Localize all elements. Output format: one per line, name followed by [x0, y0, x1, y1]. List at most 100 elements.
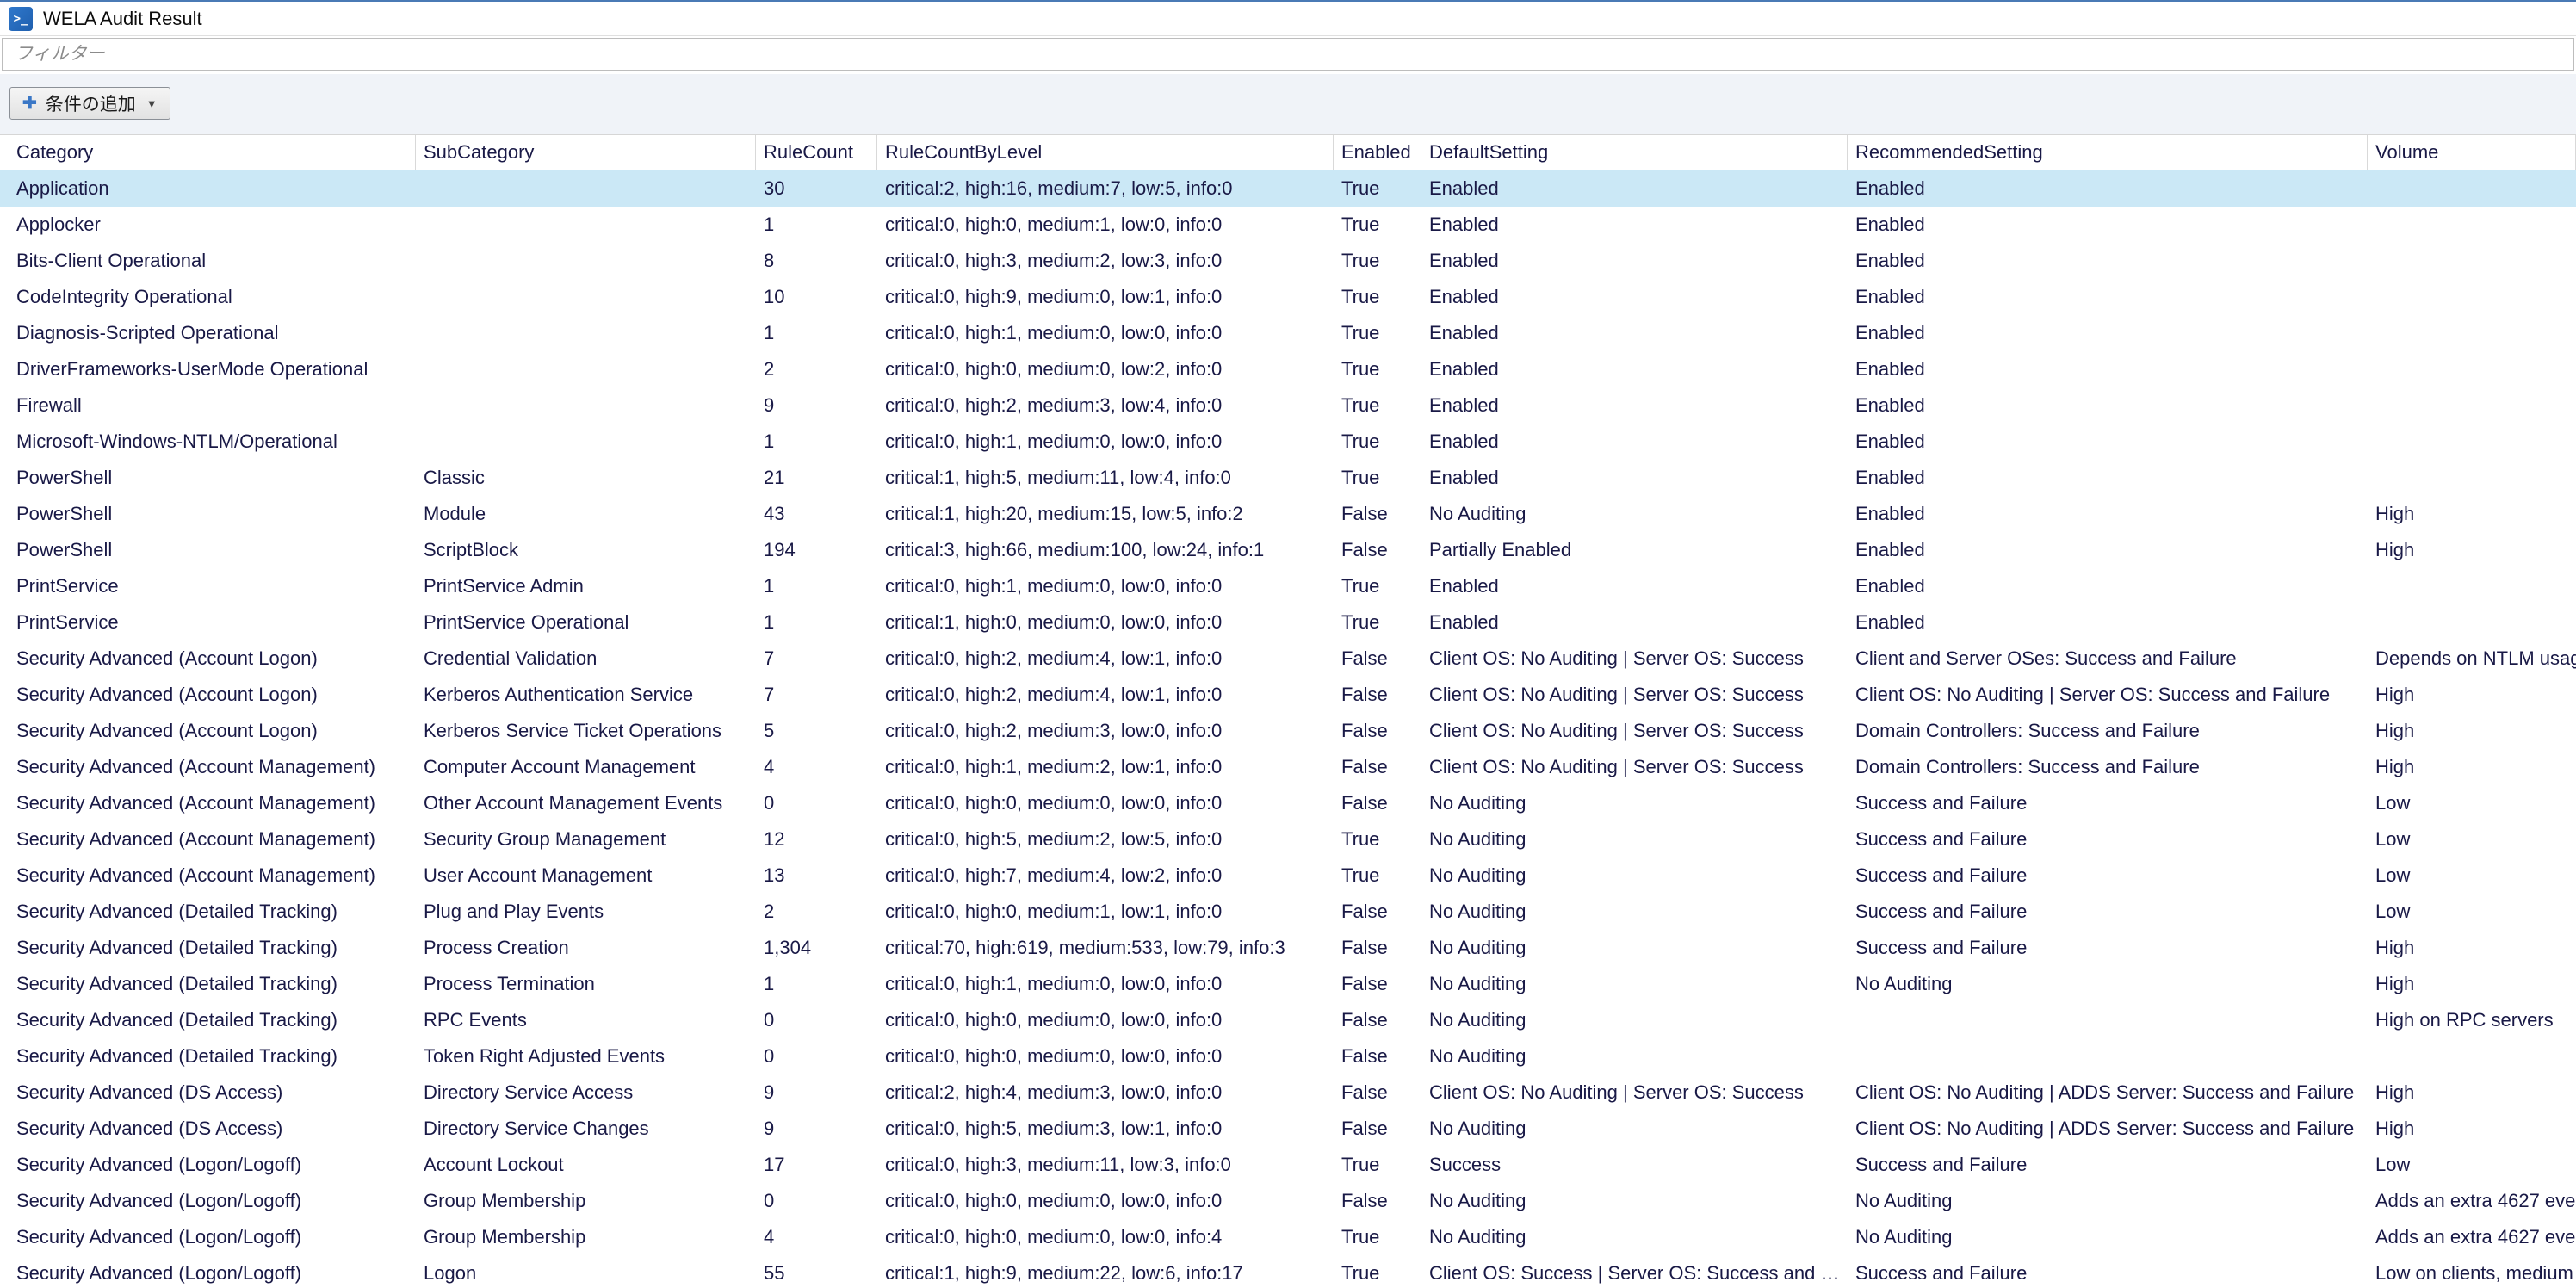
- table-row[interactable]: CodeIntegrity Operational 10critical:0, h…: [0, 279, 2576, 315]
- table-row[interactable]: Security Advanced (Account Management)Co…: [0, 749, 2576, 785]
- table-row[interactable]: Microsoft-Windows-NTLM/Operational1criti…: [0, 424, 2576, 460]
- table-row[interactable]: Security Advanced (Detailed Tracking)Tok…: [0, 1038, 2576, 1074]
- cell-volume: Depends on NTLM usage: [2368, 641, 2576, 677]
- cell-enabled: False: [1334, 532, 1421, 568]
- table-row[interactable]: Security Advanced (Logon/Logoff)Logon55c…: [0, 1255, 2576, 1288]
- cell-category: PrintService: [0, 568, 416, 604]
- table-row[interactable]: Security Advanced (DS Access)Directory S…: [0, 1074, 2576, 1111]
- cell-subcategory: RPC Events: [416, 1002, 756, 1038]
- cell-rulecount: 43: [756, 496, 877, 532]
- table-row[interactable]: Security Advanced (Logon/Logoff)Account …: [0, 1147, 2576, 1183]
- table-row[interactable]: Security Advanced (Detailed Tracking)Plu…: [0, 894, 2576, 930]
- cell-category: Security Advanced (Account Management): [0, 858, 416, 894]
- table-row[interactable]: Security Advanced (Logon/Logoff)Group Me…: [0, 1183, 2576, 1219]
- table-row[interactable]: Security Advanced (Account Logon)Credent…: [0, 641, 2576, 677]
- column-header-rulecount[interactable]: RuleCount: [756, 135, 877, 170]
- cell-defaultsetting: Enabled: [1421, 604, 1848, 641]
- table-row[interactable]: Security Advanced (DS Access)Directory S…: [0, 1111, 2576, 1147]
- cell-recommendedsetting: Enabled: [1848, 243, 2368, 279]
- column-header-recommendedsetting[interactable]: RecommendedSetting: [1848, 135, 2368, 170]
- cell-enabled: False: [1334, 930, 1421, 966]
- cell-enabled: False: [1334, 496, 1421, 532]
- cell-rulecount: 1: [756, 568, 877, 604]
- table-row[interactable]: Firewall9critical:0, high:2, medium:3, l…: [0, 387, 2576, 424]
- cell-recommendedsetting: Client OS: No Auditing | Server OS: Succ…: [1848, 677, 2368, 713]
- cell-defaultsetting: No Auditing: [1421, 1219, 1848, 1255]
- cell-defaultsetting: Enabled: [1421, 424, 1848, 460]
- cell-category: Application: [0, 170, 416, 207]
- cell-subcategory: Account Lockout: [416, 1147, 756, 1183]
- cell-rulecount: 1: [756, 966, 877, 1002]
- cell-enabled: False: [1334, 1002, 1421, 1038]
- cell-category: Firewall: [0, 387, 416, 424]
- cell-volume: [2368, 243, 2576, 279]
- filter-input[interactable]: [2, 38, 2574, 71]
- cell-enabled: True: [1334, 604, 1421, 641]
- table-row[interactable]: Application30critical:2, high:16, medium…: [0, 170, 2576, 207]
- cell-recommendedsetting: [1848, 1002, 2368, 1038]
- table-row[interactable]: Security Advanced (Account Logon)Kerbero…: [0, 713, 2576, 749]
- cell-recommendedsetting: Success and Failure: [1848, 858, 2368, 894]
- cell-volume: High: [2368, 749, 2576, 785]
- cell-rulecountbylevel: critical:70, high:619, medium:533, low:7…: [877, 930, 1334, 966]
- cell-defaultsetting: Partially Enabled: [1421, 532, 1848, 568]
- column-header-enabled[interactable]: Enabled: [1334, 135, 1421, 170]
- cell-volume: [2368, 568, 2576, 604]
- cell-subcategory: [416, 387, 756, 424]
- table-row[interactable]: PrintServicePrintService Operational1cri…: [0, 604, 2576, 641]
- cell-enabled: True: [1334, 1255, 1421, 1288]
- cell-rulecountbylevel: critical:0, high:1, medium:0, low:0, inf…: [877, 315, 1334, 351]
- cell-rulecountbylevel: critical:0, high:3, medium:11, low:3, in…: [877, 1147, 1334, 1183]
- cell-rulecountbylevel: critical:1, high:5, medium:11, low:4, in…: [877, 460, 1334, 496]
- add-criteria-button[interactable]: ✚ 条件の追加 ▼: [9, 87, 170, 120]
- cell-subcategory: Plug and Play Events: [416, 894, 756, 930]
- table-row[interactable]: Security Advanced (Logon/Logoff)Group Me…: [0, 1219, 2576, 1255]
- column-header-defaultsetting[interactable]: DefaultSetting: [1421, 135, 1848, 170]
- column-header-category[interactable]: Category: [0, 135, 416, 170]
- table-row[interactable]: Security Advanced (Account Logon)Kerbero…: [0, 677, 2576, 713]
- table-row[interactable]: Security Advanced (Detailed Tracking)Pro…: [0, 930, 2576, 966]
- table-row[interactable]: PowerShellScriptBlock194critical:3, high…: [0, 532, 2576, 568]
- cell-recommendedsetting: Enabled: [1848, 424, 2368, 460]
- table-row[interactable]: Security Advanced (Detailed Tracking)RPC…: [0, 1002, 2576, 1038]
- cell-defaultsetting: Client OS: No Auditing | Server OS: Succ…: [1421, 641, 1848, 677]
- cell-recommendedsetting: No Auditing: [1848, 1183, 2368, 1219]
- cell-category: CodeIntegrity Operational: [0, 279, 416, 315]
- table-row[interactable]: PowerShellClassic21critical:1, high:5, m…: [0, 460, 2576, 496]
- table-row[interactable]: Security Advanced (Detailed Tracking)Pro…: [0, 966, 2576, 1002]
- cell-volume: Adds an extra 4627 event: [2368, 1219, 2576, 1255]
- cell-subcategory: Group Membership: [416, 1183, 756, 1219]
- cell-category: Bits-Client Operational: [0, 243, 416, 279]
- cell-rulecount: 10: [756, 279, 877, 315]
- table-row[interactable]: Security Advanced (Account Management)Se…: [0, 821, 2576, 858]
- cell-subcategory: [416, 170, 756, 207]
- table-row[interactable]: Security Advanced (Account Management)Us…: [0, 858, 2576, 894]
- table-row[interactable]: PrintServicePrintService Admin1critical:…: [0, 568, 2576, 604]
- column-header-subcategory[interactable]: SubCategory: [416, 135, 756, 170]
- powershell-icon: >_: [9, 7, 33, 31]
- cell-volume: [2368, 170, 2576, 207]
- table-row[interactable]: Bits-Client Operational8critical:0, high…: [0, 243, 2576, 279]
- cell-volume: [2368, 387, 2576, 424]
- cell-category: Security Advanced (Account Management): [0, 785, 416, 821]
- cell-recommendedsetting: Enabled: [1848, 460, 2368, 496]
- table-row[interactable]: Security Advanced (Account Management)Ot…: [0, 785, 2576, 821]
- table-row[interactable]: Diagnosis-Scripted Operational1critical:…: [0, 315, 2576, 351]
- cell-category: Security Advanced (DS Access): [0, 1074, 416, 1111]
- cell-volume: High: [2368, 496, 2576, 532]
- column-header-rulecountbylevel[interactable]: RuleCountByLevel: [877, 135, 1334, 170]
- cell-rulecountbylevel: critical:0, high:0, medium:1, low:0, inf…: [877, 207, 1334, 243]
- table-row[interactable]: Applocker1critical:0, high:0, medium:1, …: [0, 207, 2576, 243]
- cell-defaultsetting: No Auditing: [1421, 1111, 1848, 1147]
- table-row[interactable]: PowerShellModule43critical:1, high:20, m…: [0, 496, 2576, 532]
- cell-rulecountbylevel: critical:0, high:0, medium:0, low:0, inf…: [877, 1219, 1334, 1255]
- column-header-volume[interactable]: Volume: [2368, 135, 2576, 170]
- cell-volume: [2368, 315, 2576, 351]
- cell-category: Security Advanced (Account Logon): [0, 677, 416, 713]
- cell-rulecount: 1: [756, 424, 877, 460]
- cell-rulecount: 0: [756, 785, 877, 821]
- cell-category: Microsoft-Windows-NTLM/Operational: [0, 424, 416, 460]
- cell-defaultsetting: Enabled: [1421, 279, 1848, 315]
- cell-rulecountbylevel: critical:0, high:9, medium:0, low:1, inf…: [877, 279, 1334, 315]
- table-row[interactable]: DriverFrameworks-UserMode Operational2cr…: [0, 351, 2576, 387]
